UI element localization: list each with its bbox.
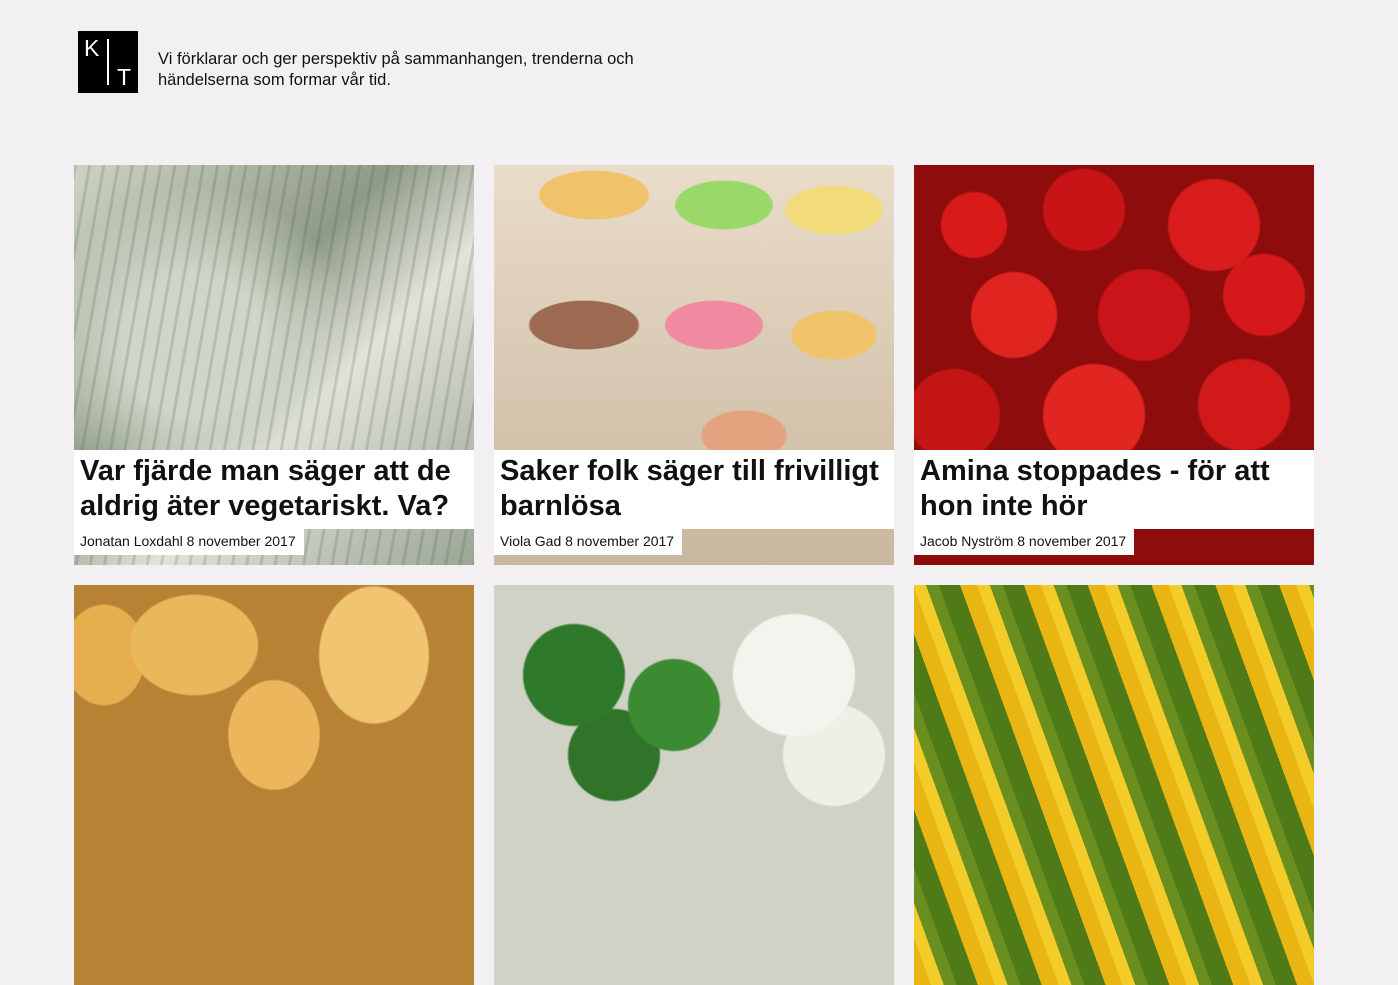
article-card[interactable] [914, 585, 1314, 985]
logo-divider [107, 39, 109, 85]
article-card[interactable] [494, 585, 894, 985]
article-title-box: Amina stoppades - för att hon inte hör [914, 450, 1314, 529]
site-tagline: Vi förklarar och ger perspektiv på samma… [158, 50, 634, 89]
site-header: K T Vi förklarar och ger perspektiv på s… [78, 31, 718, 93]
article-card[interactable]: Var fjärde man säger att de aldrig äter … [74, 165, 474, 565]
article-byline: Viola Gad 8 november 2017 [494, 529, 683, 555]
article-card[interactable]: Amina stoppades - för att hon inte hör J… [914, 165, 1314, 565]
broccoli-cauliflower-image [494, 585, 894, 985]
logo-letter-t: T [116, 64, 131, 90]
potatoes-image [74, 585, 474, 985]
article-byline: Jonatan Loxdahl 8 november 2017 [74, 529, 304, 555]
article-card[interactable]: Saker folk säger till frivilligt barnlös… [494, 165, 894, 565]
kit-logo[interactable]: K T [78, 31, 138, 93]
article-title-box: Var fjärde man säger att de aldrig äter … [74, 450, 474, 529]
article-byline: Jacob Nyström 8 november 2017 [914, 529, 1135, 555]
logo-letter-k: K [84, 35, 100, 61]
article-title[interactable]: Saker folk säger till frivilligt barnlös… [500, 454, 882, 524]
article-title-box: Saker folk säger till frivilligt barnlös… [494, 450, 894, 529]
corn-image [914, 585, 1314, 985]
article-title[interactable]: Var fjärde man säger att de aldrig äter … [80, 454, 462, 524]
article-title[interactable]: Amina stoppades - för att hon inte hör [920, 454, 1302, 524]
article-card[interactable] [74, 585, 474, 985]
